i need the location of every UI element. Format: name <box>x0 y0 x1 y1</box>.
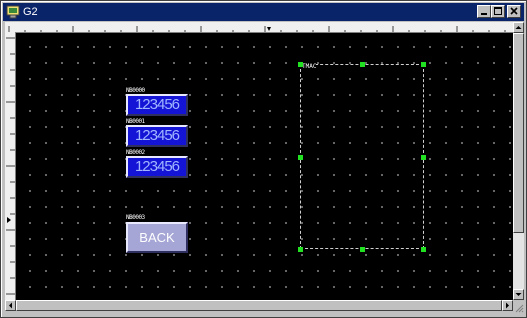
scroll-right-icon <box>506 302 509 309</box>
window-title: G2 <box>23 6 38 18</box>
close-button[interactable] <box>507 5 521 18</box>
back-button-label: BACK <box>126 222 188 253</box>
numeric-display-value: 123456 <box>126 156 188 178</box>
maximize-button[interactable] <box>491 5 505 18</box>
scroll-up-icon <box>515 26 522 29</box>
resize-handle[interactable] <box>298 62 303 67</box>
resize-handle[interactable] <box>360 62 365 67</box>
horizontal-scroll-thumb[interactable] <box>16 300 502 311</box>
screen-canvas[interactable]: NB0000 123456 NB0001 123456 NB0002 12345… <box>16 33 513 300</box>
editor-window: G2 NB0000 123456 NB0001 123456 NB0002 12… <box>0 0 527 318</box>
vertical-scrollbar[interactable] <box>513 22 524 300</box>
resize-handle[interactable] <box>298 247 303 252</box>
minimize-icon <box>481 13 487 15</box>
maximize-icon <box>494 7 502 15</box>
resize-handle[interactable] <box>421 247 426 252</box>
minimize-button[interactable] <box>477 5 491 18</box>
vertical-scroll-thumb[interactable] <box>513 33 524 233</box>
resize-handle[interactable] <box>298 155 303 160</box>
scroll-left-icon <box>9 302 12 309</box>
scroll-left-button[interactable] <box>5 300 16 311</box>
part-tag: NB0003 <box>126 214 145 221</box>
close-icon <box>510 7 518 15</box>
resize-handle[interactable] <box>360 247 365 252</box>
vertical-ruler <box>5 32 16 300</box>
selection-tag: TMAC <box>302 63 317 70</box>
scroll-down-icon <box>515 293 522 296</box>
scroll-up-button[interactable] <box>513 22 524 33</box>
selection-frame[interactable]: TMAC <box>298 62 426 252</box>
numeric-display-value: 123456 <box>126 94 188 116</box>
resize-handle[interactable] <box>421 62 426 67</box>
horizontal-ruler <box>5 22 513 33</box>
title-bar[interactable]: G2 <box>3 3 524 21</box>
numeric-display-value: 123456 <box>126 125 188 147</box>
scroll-right-button[interactable] <box>502 300 513 311</box>
scroll-down-button[interactable] <box>513 289 524 300</box>
resize-handle[interactable] <box>421 155 426 160</box>
resize-grip-icon <box>515 304 524 313</box>
horizontal-scrollbar[interactable] <box>5 300 513 311</box>
app-icon[interactable] <box>6 5 20 19</box>
resize-grip[interactable] <box>513 300 524 313</box>
